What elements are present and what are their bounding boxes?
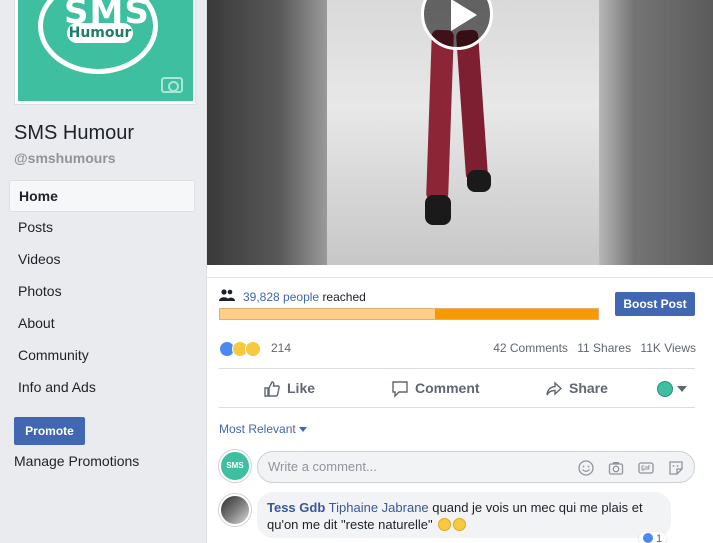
comment-reaction-count[interactable]: 1 (639, 532, 667, 543)
nav-item-home[interactable]: Home (9, 180, 195, 212)
gif-icon[interactable] (638, 460, 654, 476)
page-avatar-icon (657, 381, 673, 398)
page-handle[interactable]: @smshumours (14, 150, 116, 166)
reach-suffix: reached (322, 290, 366, 304)
engagement-counts: 42 Comments 11 Shares 11K Views (487, 341, 696, 355)
post-reach: 39,828 people reached Boost Post (207, 277, 713, 337)
share-arrow-icon (546, 381, 563, 396)
wow-reaction-icon (245, 341, 261, 357)
reach-people-label: people (283, 290, 320, 304)
sticker-icon[interactable] (668, 460, 684, 476)
nav-item-community[interactable]: Community (9, 340, 195, 372)
comment-input-tools (568, 459, 684, 476)
page-nav: Home Posts Videos Photos About Community… (9, 180, 195, 404)
camera-icon[interactable] (161, 77, 183, 93)
comment-item: Tess Gdb Tiphaine Jabrane quand je vois … (257, 492, 671, 538)
emoji-icon[interactable] (578, 460, 594, 476)
video-blur-right (599, 0, 713, 265)
comment-icon (392, 381, 408, 398)
logo-humour-badge: Humour (67, 23, 133, 43)
reach-summary: 39,828 people reached (243, 290, 366, 304)
comment-input[interactable] (268, 459, 568, 474)
comment-input-box[interactable] (257, 451, 695, 483)
reach-progress-bar (219, 308, 599, 320)
shares-count[interactable]: 11 Shares (577, 341, 631, 355)
page-sidebar: SMS Humour SMS Humour @smshumours Home P… (0, 0, 206, 543)
like-label: Like (287, 380, 316, 396)
comments-section: Most Relevant SMS Write a comment... Tes… (207, 408, 713, 543)
comment-sort-dropdown[interactable]: Most Relevant (219, 422, 307, 436)
sms-humour-logo: SMS Humour (18, 0, 193, 101)
comment-mention[interactable]: Tiphaine Jabrane (329, 500, 429, 515)
post-stats: 214 42 Comments 11 Shares 11K Views (207, 335, 713, 365)
manage-promotions-link[interactable]: Manage Promotions (14, 453, 139, 469)
avatar[interactable] (219, 494, 251, 526)
video-blur-left (207, 0, 327, 265)
post-card: 39,828 people reached Boost Post 214 42 … (206, 0, 713, 543)
chevron-down-icon (677, 386, 687, 393)
reach-paid-fill (435, 309, 598, 319)
reach-count-link[interactable]: 39,828 people (243, 290, 319, 304)
comment-author[interactable]: Tess Gdb (267, 500, 325, 515)
video-figure-shoe (425, 195, 451, 225)
nav-item-info-and-ads[interactable]: Info and Ads (9, 372, 195, 404)
laughing-emoji-icon (453, 518, 467, 531)
camera-icon[interactable] (608, 460, 624, 476)
comment-sort-label: Most Relevant (219, 422, 296, 436)
like-reaction-icon (643, 533, 653, 543)
people-icon (219, 289, 235, 301)
post-actions: Like Comment Share (219, 368, 695, 408)
page-title[interactable]: SMS Humour (14, 122, 134, 145)
thumbs-up-icon (264, 381, 280, 397)
laughing-emoji-icon (438, 518, 452, 531)
page-profile-picture[interactable]: SMS Humour (14, 0, 196, 105)
avatar: SMS (219, 450, 251, 482)
comments-count[interactable]: 42 Comments (493, 341, 568, 355)
comment-reaction-number: 1 (656, 533, 663, 543)
like-button[interactable]: Like (263, 369, 315, 407)
boost-post-button[interactable]: Boost Post (615, 292, 695, 316)
video-player[interactable] (207, 0, 713, 265)
chevron-down-icon (298, 427, 307, 433)
views-count[interactable]: 11K Views (640, 341, 696, 355)
nav-item-about[interactable]: About (9, 308, 195, 340)
nav-item-photos[interactable]: Photos (9, 276, 195, 308)
promote-button[interactable]: Promote (14, 417, 85, 445)
share-label: Share (569, 380, 608, 396)
comment-label: Comment (415, 380, 480, 396)
comment-button[interactable]: Comment (391, 369, 480, 407)
reach-count: 39,828 (243, 290, 280, 304)
nav-item-posts[interactable]: Posts (9, 212, 195, 244)
reactions-count[interactable]: 214 (271, 341, 291, 355)
share-button[interactable]: Share (545, 369, 608, 407)
video-figure-shoe (467, 170, 491, 192)
nav-item-videos[interactable]: Videos (9, 244, 195, 276)
post-as-selector[interactable] (657, 380, 687, 398)
